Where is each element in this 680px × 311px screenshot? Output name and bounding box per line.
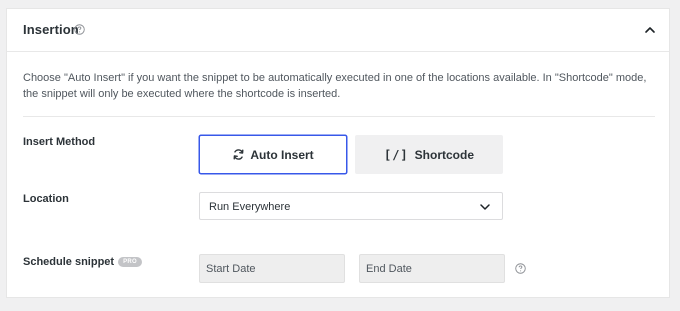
insert-method-label: Insert Method — [23, 136, 96, 148]
shortcode-icon: [/] — [383, 147, 409, 162]
auto-insert-button[interactable]: Auto Insert — [199, 135, 347, 174]
auto-insert-label: Auto Insert — [250, 147, 314, 162]
schedule-snippet-label: Schedule snippet PRO — [23, 256, 142, 268]
start-date-input[interactable] — [199, 254, 345, 283]
location-select[interactable]: Run Everywhere — [199, 192, 503, 220]
insertion-panel: Insertion Choose "Auto Insert" if you wa… — [6, 8, 670, 298]
shortcode-label: Shortcode — [414, 147, 475, 162]
panel-header[interactable]: Insertion — [7, 9, 669, 52]
question-circle-icon[interactable] — [515, 263, 526, 274]
question-circle-icon[interactable] — [74, 24, 85, 35]
section-divider — [23, 116, 655, 117]
panel-title: Insertion — [23, 22, 79, 37]
end-date-input[interactable] — [359, 254, 505, 283]
chevron-up-icon[interactable] — [643, 23, 657, 37]
pro-badge: PRO — [118, 257, 142, 267]
schedule-snippet-text: Schedule snippet — [23, 256, 115, 268]
chevron-down-icon — [480, 204, 490, 210]
location-label: Location — [23, 193, 69, 205]
insertion-description: Choose "Auto Insert" if you want the sni… — [23, 72, 647, 100]
shortcode-button[interactable]: [/] Shortcode — [355, 135, 503, 174]
refresh-icon — [233, 149, 244, 160]
location-selected-value: Run Everywhere — [209, 201, 291, 213]
